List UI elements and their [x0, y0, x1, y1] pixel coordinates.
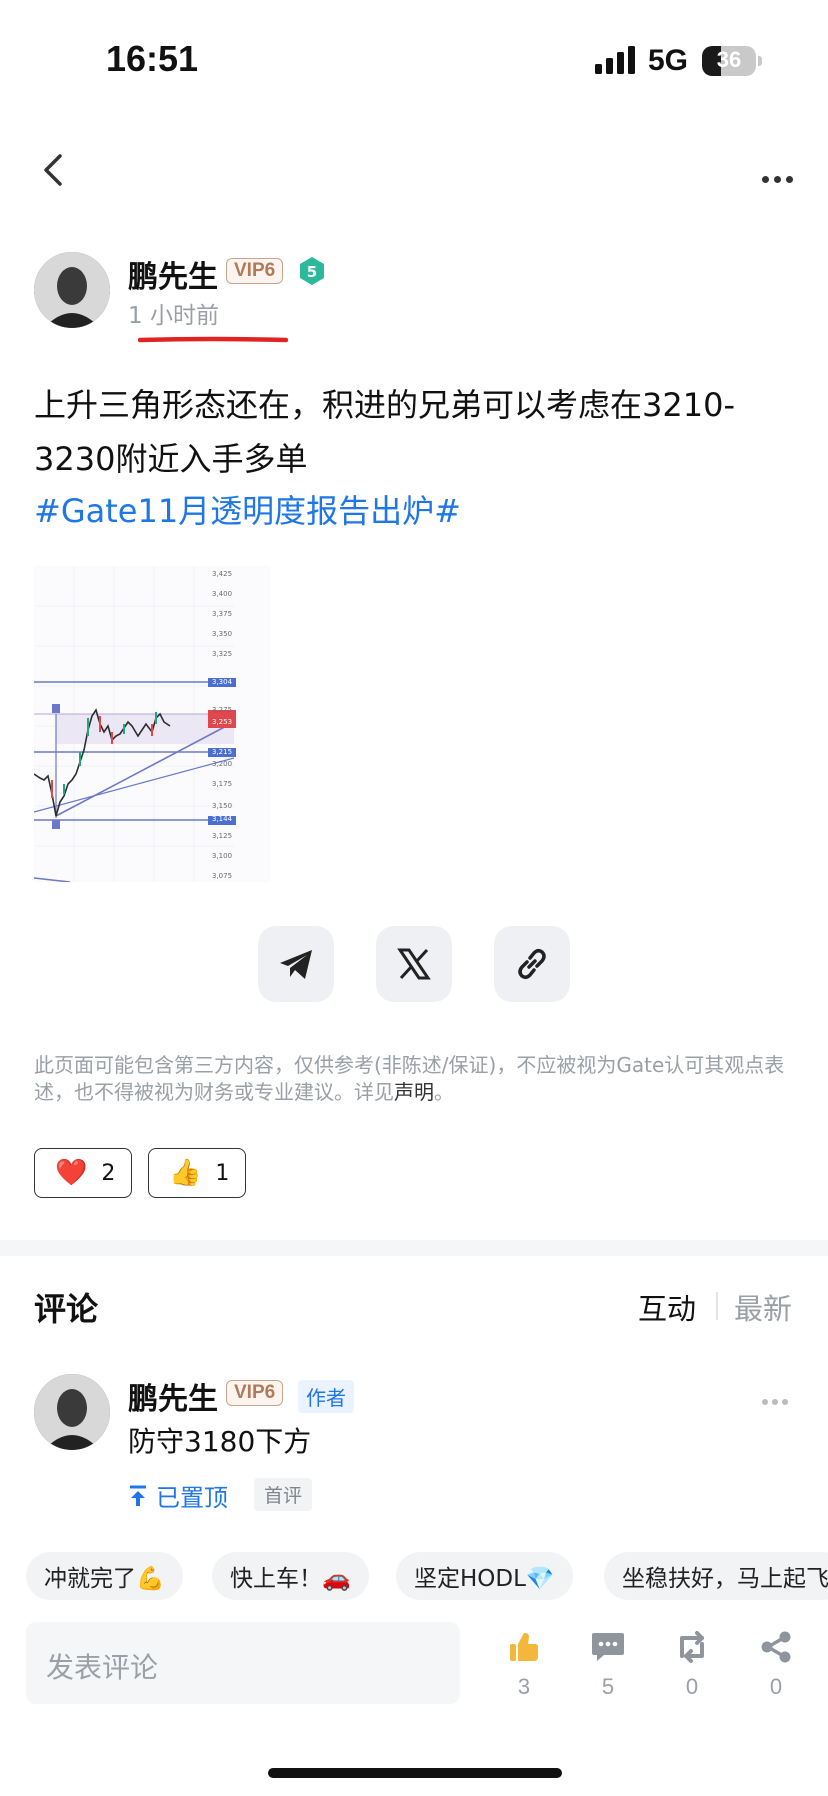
x-logo-icon — [397, 948, 431, 980]
chart-axis-label: 3,150 — [212, 802, 232, 810]
chart-axis-label: 3,125 — [212, 832, 232, 840]
chart-axis-label: 3,350 — [212, 630, 232, 638]
red-underline-annotation — [138, 336, 288, 343]
reaction-heart[interactable]: ❤️ 2 — [34, 1148, 132, 1198]
pin-top-icon — [130, 1485, 146, 1506]
post-chart-image[interactable]: 3,425 3,400 3,375 3,350 3,325 3,304 3,275 3,253… — [33, 566, 270, 883]
disclaimer: 此页面可能包含第三方内容，仅供参考(非陈述/保证)，不应被视为Gate认可其观点… — [34, 1052, 796, 1106]
tab-separator — [716, 1292, 718, 1320]
chart-axis-label: 3,275 — [212, 706, 232, 714]
repost-icon — [680, 1631, 704, 1663]
level-number: 5 — [307, 263, 317, 281]
comment-button[interactable]: 5 — [578, 1630, 638, 1700]
section-divider — [0, 1240, 828, 1256]
share-icon — [761, 1631, 791, 1663]
share-x-button[interactable] — [376, 926, 452, 1002]
tab-interactive[interactable]: 互动 — [638, 1286, 696, 1328]
chart-axis-label: 3,100 — [212, 852, 232, 860]
disclaimer-link[interactable]: 声明 — [394, 1080, 434, 1104]
vip-badge: VIP6 — [226, 1380, 284, 1406]
chart-axis-label: 3,325 — [212, 650, 232, 658]
chart-axis-label: 3,200 — [212, 760, 232, 768]
chart-axis-label: 3,215 — [212, 748, 232, 756]
reaction-count: 2 — [101, 1160, 116, 1186]
quick-reply-chip[interactable]: 坚定HODL💎 — [396, 1552, 573, 1600]
share-button[interactable]: 0 — [746, 1630, 806, 1700]
chart-axis-label: 3,304 — [212, 678, 233, 686]
battery-level: 36 — [716, 47, 742, 72]
telegram-icon — [280, 950, 312, 979]
disclaimer-end: 。 — [434, 1080, 454, 1104]
chart-axis-label: 3,175 — [212, 780, 232, 788]
author-avatar[interactable] — [34, 252, 110, 328]
share-count: 0 — [769, 1674, 783, 1699]
tab-latest[interactable]: 最新 — [734, 1286, 792, 1328]
chart-axis-label: 3,425 — [212, 570, 232, 578]
thumbs-up-icon — [510, 1633, 538, 1661]
battery-tip — [758, 56, 762, 66]
link-icon — [518, 948, 546, 980]
level-badge-icon: 5 — [300, 257, 324, 285]
like-button[interactable]: 3 — [494, 1630, 554, 1700]
reaction-thumbs-up[interactable]: 👍 1 — [148, 1148, 246, 1198]
reaction-count: 1 — [215, 1160, 230, 1186]
like-count: 3 — [517, 1674, 531, 1699]
chart-axis-label: 3,144 — [212, 815, 233, 823]
vip-badge: VIP6 — [226, 258, 284, 284]
signal-icon — [595, 46, 635, 74]
author-tag: 作者 — [298, 1380, 354, 1413]
pinned-text: 已置顶 — [156, 1484, 228, 1512]
commenter-avatar[interactable] — [34, 1374, 110, 1450]
more-options-icon[interactable] — [762, 168, 798, 187]
comment-input[interactable]: 发表评论 — [26, 1622, 460, 1704]
comment-more-icon[interactable] — [762, 1390, 792, 1409]
share-telegram-button[interactable] — [258, 926, 334, 1002]
chart-axis-label: 3,400 — [212, 590, 232, 598]
pinned-label: 已置顶 — [128, 1478, 228, 1513]
home-indicator — [268, 1768, 562, 1778]
copy-link-button[interactable] — [494, 926, 570, 1002]
commenter-name[interactable]: 鹏先生 — [128, 1374, 218, 1418]
post-hashtag[interactable]: #Gate11月透明度报告出炉# — [34, 486, 461, 532]
post-time: 1 小时前 — [128, 303, 219, 329]
status-time: 16:51 — [106, 38, 199, 79]
quick-reply-chip[interactable]: 坐稳扶好，马上起飞 — [604, 1552, 828, 1600]
battery-icon: 36 — [702, 46, 756, 76]
comments-title: 评论 — [34, 1290, 99, 1328]
post-text: 上升三角形态还在，积进的兄弟可以考虑在3210-3230附近入手多单 — [34, 386, 735, 478]
chart-axis-label: 3,075 — [212, 872, 232, 880]
quick-reply-chip[interactable]: 快上车！🚗 — [212, 1552, 369, 1600]
comment-icon — [592, 1633, 624, 1661]
first-comment-badge: 首评 — [254, 1478, 313, 1511]
quick-reply-chip[interactable]: 冲就完了💪 — [26, 1552, 183, 1600]
comment-input-placeholder: 发表评论 — [46, 1651, 159, 1684]
chart-axis-label: 3,253 — [212, 718, 232, 726]
heart-icon: ❤️ — [55, 1158, 88, 1188]
back-icon[interactable] — [38, 150, 68, 190]
chart-axis-label: 3,375 — [212, 610, 232, 618]
comment-text: 防守3180下方 — [128, 1425, 312, 1458]
thumbs-up-icon: 👍 — [169, 1158, 202, 1188]
network-label: 5G — [648, 44, 689, 77]
comment-count: 5 — [601, 1674, 615, 1699]
repost-button[interactable]: 0 — [662, 1630, 722, 1700]
repost-count: 0 — [685, 1674, 699, 1699]
author-name[interactable]: 鹏先生 — [128, 252, 218, 296]
